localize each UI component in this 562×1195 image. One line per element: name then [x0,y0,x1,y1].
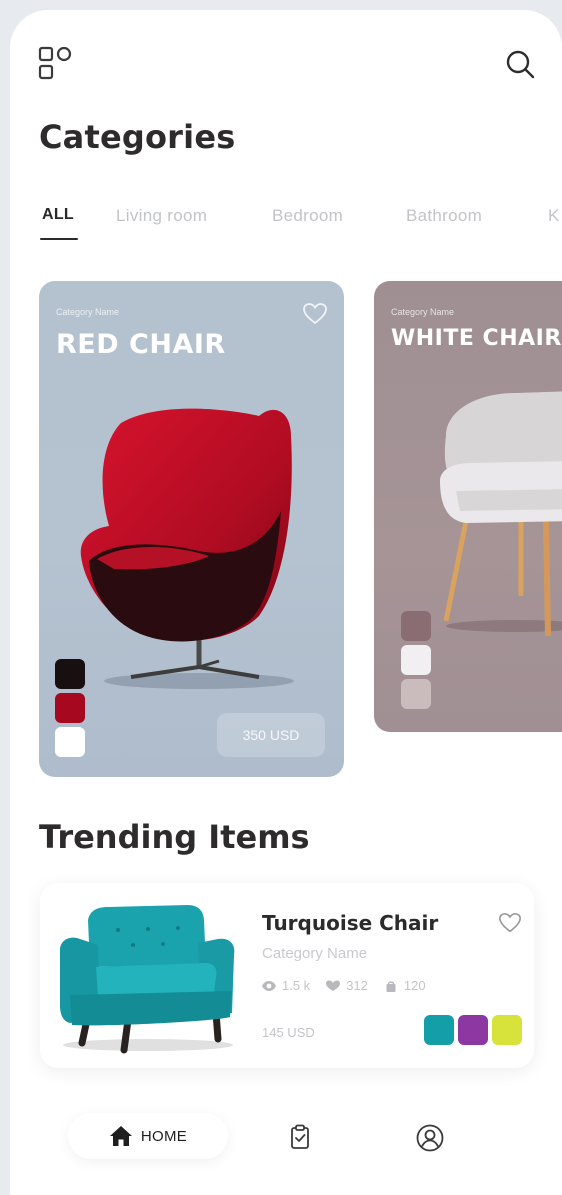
heart-icon[interactable] [302,301,328,327]
trending-item-swatches [424,1015,522,1045]
tab-kitchen[interactable]: K [548,206,560,226]
color-swatch-purple[interactable] [458,1015,488,1045]
color-swatch-white[interactable] [55,727,85,757]
app-screen: Categories ALL Living room Bedroom Bathr… [10,10,562,1195]
page-title: Categories [39,118,236,156]
top-bar [10,10,562,120]
color-swatch-mauve[interactable] [401,611,431,641]
color-swatch-white[interactable] [401,645,431,675]
nav-home-button[interactable]: HOME [68,1113,228,1159]
nav-profile-button[interactable] [415,1123,444,1152]
likes-count: 312 [346,978,368,993]
eye-icon [262,980,276,991]
clipboard-check-icon [291,1124,309,1149]
card-caption: Category Name [56,307,120,317]
bag-icon [386,980,396,992]
color-swatch-red[interactable] [55,693,85,723]
price-button[interactable]: 350 USD [217,713,325,757]
trending-item-card[interactable]: Turquoise Chair Category Name 1.5 k 312 [40,883,534,1068]
red-chair-image [80,408,294,689]
category-tabs: ALL Living room Bedroom Bathroom K [10,200,562,240]
card-caption: Category Name [391,307,455,317]
category-card-white-chair[interactable]: Category Name WHITE CHAIR [374,281,562,732]
active-tab-indicator [40,238,78,240]
trending-item-category: Category Name [262,945,368,962]
category-card-red-chair[interactable]: Category Name RED CHAIR 350 USD [39,281,344,777]
tab-bedroom[interactable]: Bedroom [272,206,343,226]
nav-home-label: HOME [140,1127,188,1145]
card-title: WHITE CHAIR [391,326,562,351]
color-swatch-lime[interactable] [492,1015,522,1045]
white-chair-image [440,391,562,637]
likes-stat: 312 [326,978,368,993]
search-icon [506,50,535,79]
bottom-navigation: HOME [10,1095,562,1195]
tab-bathroom[interactable]: Bathroom [406,206,482,226]
tab-all[interactable]: ALL [42,206,74,224]
trending-section-title: Trending Items [39,818,310,856]
card-title: RED CHAIR [56,329,226,360]
turquoise-chair-image [60,905,235,1054]
trending-item-stats: 1.5 k 312 120 [262,978,426,993]
color-swatch-black[interactable] [55,659,85,689]
purchases-stat: 120 [384,978,426,993]
tab-living-room[interactable]: Living room [116,206,207,226]
views-count: 1.5 k [282,978,311,993]
heart-filled-icon [326,980,341,991]
trending-item-name[interactable]: Turquoise Chair [262,911,438,935]
purchases-count: 120 [403,978,426,993]
search-button[interactable] [500,44,540,84]
user-profile-icon [416,1124,444,1152]
color-swatch-grey[interactable] [401,679,431,709]
home-icon [109,1126,132,1146]
app-logo-icon[interactable] [38,46,74,80]
heart-icon[interactable] [498,911,522,935]
color-swatch-turquoise[interactable] [424,1015,454,1045]
trending-item-price: 145 USD [262,1025,315,1040]
views-stat: 1.5 k [262,978,310,993]
nav-orders-button[interactable] [286,1123,314,1151]
